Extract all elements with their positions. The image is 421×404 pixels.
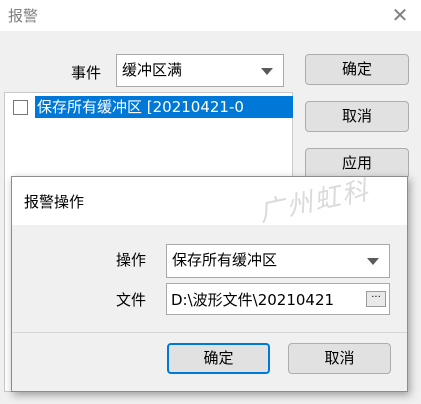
event-label: 事件 [71,64,102,82]
inner-ok-button[interactable]: 确定 [167,343,270,374]
event-dropdown[interactable]: 缓冲区满 [116,54,284,87]
list-item-checkbox[interactable] [13,100,28,115]
outer-dialog-title: 报警 [8,7,39,25]
event-dropdown-value: 缓冲区满 [122,61,183,79]
divider [12,332,407,333]
inner-dialog-title: 报警操作 [24,193,85,211]
outer-cancel-label: 取消 [341,107,372,125]
inner-ok-label: 确定 [203,349,234,367]
outer-ok-button[interactable]: 确定 [305,54,409,85]
inner-cancel-button[interactable]: 取消 [288,343,391,374]
outer-cancel-button[interactable]: 取消 [305,101,409,132]
chevron-down-icon [261,68,273,75]
browse-button[interactable]: ··· [366,291,386,307]
inner-cancel-label: 取消 [324,349,355,367]
outer-ok-label: 确定 [341,60,372,78]
chevron-down-icon [367,258,379,265]
operation-dropdown-value: 保存所有缓冲区 [172,251,278,269]
outer-title-bar: 报警 ✕ [0,0,421,30]
file-label: 文件 [116,291,147,309]
file-path-value: D:\波形文件\20210421 [171,291,335,309]
file-path-input[interactable]: D:\波形文件\20210421 ··· [166,283,390,315]
operation-dropdown[interactable]: 保存所有缓冲区 [166,244,390,278]
list-item[interactable]: 保存所有缓冲区 [20210421-0 [11,96,293,118]
operation-label: 操作 [116,251,147,269]
close-icon[interactable]: ✕ [388,4,412,26]
list-item-label: 保存所有缓冲区 [20210421-0 [35,96,293,118]
